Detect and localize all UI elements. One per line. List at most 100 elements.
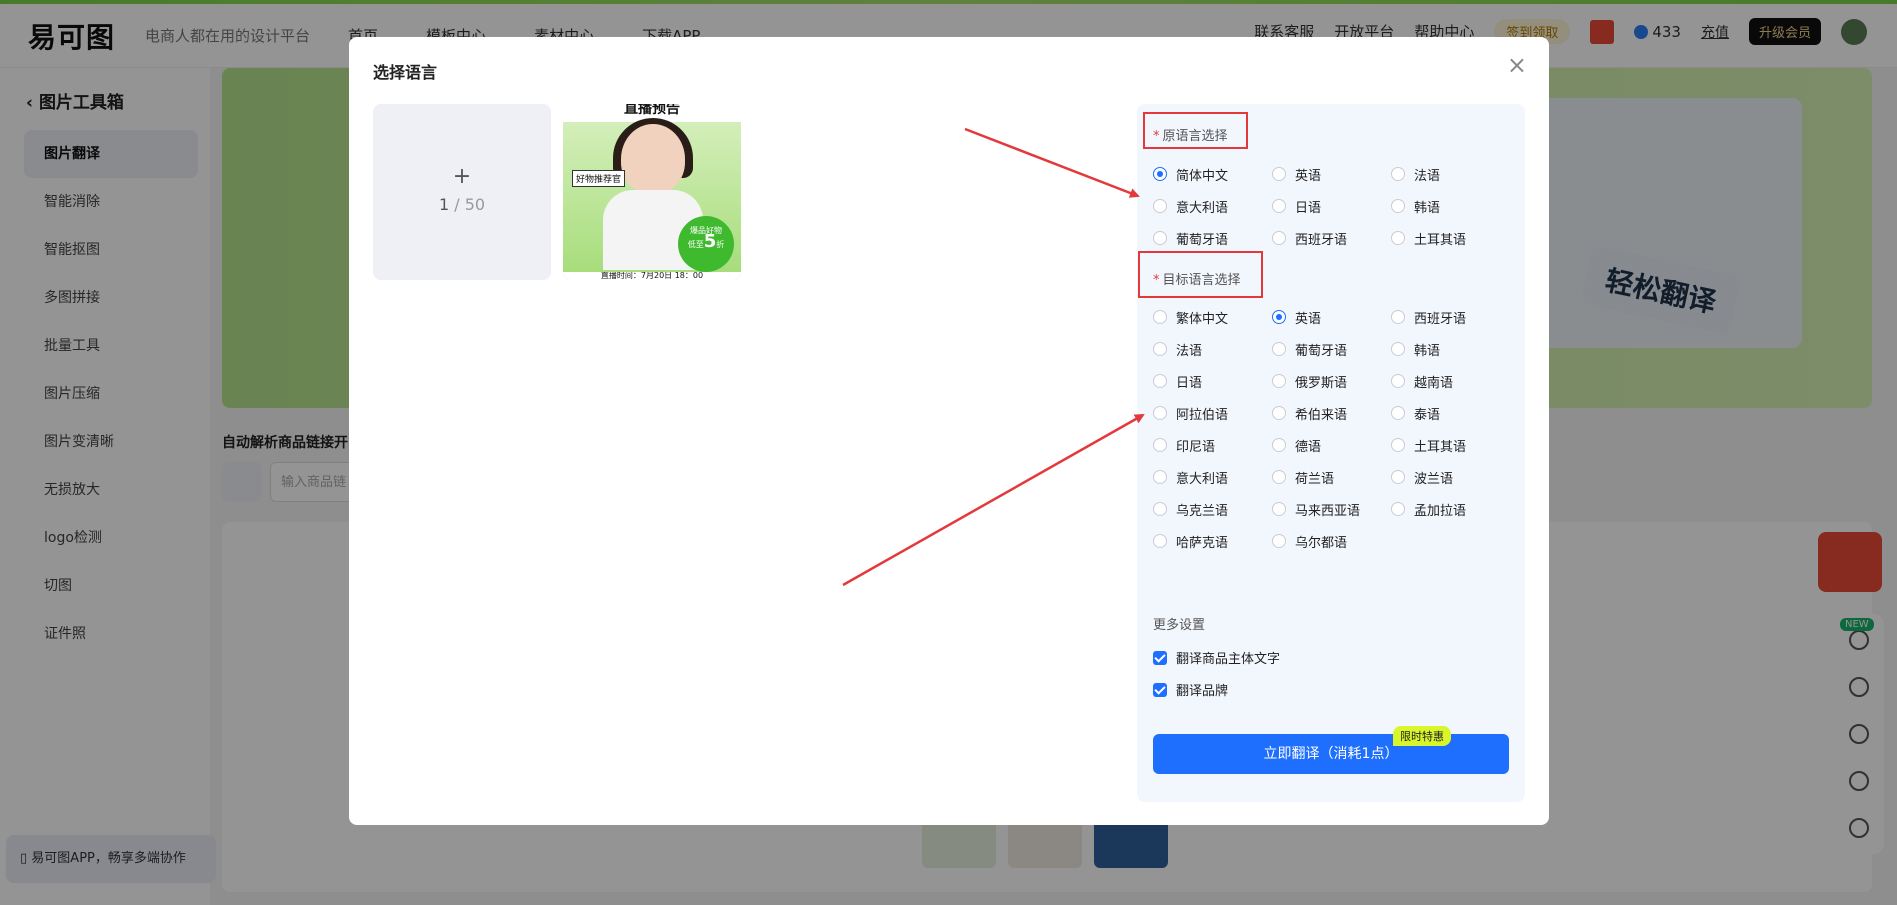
radio-dot-icon (1272, 167, 1286, 181)
source-language-label: 韩语 (1414, 200, 1441, 216)
radio-dot-icon (1391, 231, 1405, 245)
target-language-label: 希伯来语 (1295, 407, 1348, 423)
radio-dot-icon (1272, 406, 1286, 420)
target-language-label: 马来西亚语 (1295, 503, 1361, 519)
source-language-radio[interactable]: 意大利语 (1153, 196, 1272, 216)
target-language-radio[interactable]: 希伯来语 (1272, 403, 1391, 423)
target-language-radio[interactable]: 越南语 (1391, 371, 1510, 391)
target-language-label: 乌尔都语 (1295, 535, 1348, 551)
radio-dot-icon (1153, 406, 1167, 420)
radio-dot-icon (1153, 199, 1167, 213)
target-language-label: 印尼语 (1176, 439, 1216, 455)
target-language-label: 乌克兰语 (1176, 503, 1229, 519)
source-language-radio[interactable]: 韩语 (1391, 196, 1510, 216)
target-language-radio[interactable]: 孟加拉语 (1391, 499, 1510, 519)
source-language-radio[interactable]: 土耳其语 (1391, 228, 1510, 248)
target-language-radio[interactable]: 波兰语 (1391, 467, 1510, 487)
target-language-label: 英语 (1295, 311, 1322, 327)
radio-dot-icon (1391, 502, 1405, 516)
radio-dot-icon (1272, 374, 1286, 388)
radio-dot-icon (1153, 470, 1167, 484)
upload-slot[interactable]: + 1 / 50 (373, 104, 551, 280)
source-language-label: 意大利语 (1176, 200, 1229, 216)
target-language-label: 波兰语 (1414, 471, 1454, 487)
target-language-label: 孟加拉语 (1414, 503, 1467, 519)
radio-dot-icon (1153, 374, 1167, 388)
target-language-label: 意大利语 (1176, 471, 1229, 487)
modal-title: 选择语言 (373, 63, 438, 82)
target-language-radio[interactable]: 阿拉伯语 (1153, 403, 1272, 423)
product-discount-badge: 爆品好物 低至5折 (678, 216, 734, 272)
more-settings-label: 更多设置 (1153, 618, 1206, 633)
radio-dot-icon (1391, 167, 1405, 181)
target-language-label: 俄罗斯语 (1295, 375, 1348, 391)
source-language-label: 法语 (1414, 168, 1441, 184)
source-language-label: 西班牙语 (1295, 232, 1348, 248)
translate-product-text-checkbox[interactable]: 翻译商品主体文字 (1153, 648, 1280, 667)
target-language-radio[interactable]: 乌尔都语 (1272, 531, 1391, 551)
source-language-radio[interactable]: 日语 (1272, 196, 1391, 216)
target-language-radio[interactable]: 繁体中文 (1153, 307, 1272, 327)
radio-dot-icon (1153, 438, 1167, 452)
source-language-radio[interactable]: 简体中文 (1153, 164, 1272, 184)
target-language-radio[interactable]: 马来西亚语 (1272, 499, 1391, 519)
product-footer: 直播时间：7月20日 18：00 (563, 272, 741, 280)
radio-dot-icon (1153, 534, 1167, 548)
target-language-label: 葡萄牙语 (1295, 343, 1348, 359)
target-language-radio[interactable]: 法语 (1153, 339, 1272, 359)
target-language-label: 法语 (1176, 343, 1203, 359)
radio-dot-icon (1391, 470, 1405, 484)
target-language-radio[interactable]: 乌克兰语 (1153, 499, 1272, 519)
close-icon[interactable]: × (1507, 51, 1527, 79)
target-language-radio[interactable]: 荷兰语 (1272, 467, 1391, 487)
target-language-radio[interactable]: 土耳其语 (1391, 435, 1510, 455)
radio-dot-icon (1272, 534, 1286, 548)
target-language-radio[interactable]: 葡萄牙语 (1272, 339, 1391, 359)
translate-now-button[interactable]: 立即翻译（消耗1点） (1153, 734, 1509, 774)
target-language-radio[interactable]: 韩语 (1391, 339, 1510, 359)
target-language-radio[interactable]: 印尼语 (1153, 435, 1272, 455)
target-language-radio[interactable]: 意大利语 (1153, 467, 1272, 487)
target-language-label: 西班牙语 (1414, 311, 1467, 327)
source-language-label: 土耳其语 (1414, 232, 1467, 248)
target-language-radio[interactable]: 英语 (1272, 307, 1391, 327)
radio-dot-icon (1391, 406, 1405, 420)
radio-dot-icon (1153, 231, 1167, 245)
radio-dot-icon (1391, 438, 1405, 452)
source-language-radio[interactable]: 法语 (1391, 164, 1510, 184)
target-language-label: 韩语 (1414, 343, 1441, 359)
source-language-radio[interactable]: 西班牙语 (1272, 228, 1391, 248)
target-language-label: 繁体中文 (1176, 311, 1229, 327)
radio-dot-icon (1391, 310, 1405, 324)
target-language-label: 日语 (1176, 375, 1203, 391)
target-language-label: 阿拉伯语 (1176, 407, 1229, 423)
language-settings-panel: * 原语言选择 简体中文 英语 法语 意大利语 日语 韩语 葡萄牙语 西班牙语 土耳其语 * 目标语… (1137, 104, 1525, 802)
radio-dot-icon (1391, 342, 1405, 356)
source-language-label: * 原语言选择 (1153, 129, 1228, 144)
target-language-radio[interactable]: 泰语 (1391, 403, 1510, 423)
radio-dot-icon (1391, 199, 1405, 213)
checkbox-checked-icon (1153, 682, 1167, 697)
target-language-label: 德语 (1295, 439, 1322, 455)
upload-count: 1 / 50 (438, 195, 486, 214)
target-language-radio[interactable]: 哈萨克语 (1153, 531, 1272, 551)
target-language-radio[interactable]: 德语 (1272, 435, 1391, 455)
target-language-radio[interactable]: 西班牙语 (1391, 307, 1510, 327)
translate-brand-checkbox[interactable]: 翻译品牌 (1153, 680, 1228, 699)
uploaded-image-thumbnail[interactable]: 直播预告 好物推荐官 爆品好物 低至5折 直播时间：7月20日 18：00 (563, 104, 741, 280)
source-language-radio[interactable]: 英语 (1272, 164, 1391, 184)
source-language-radio[interactable]: 葡萄牙语 (1153, 228, 1272, 248)
source-language-label: 葡萄牙语 (1176, 232, 1229, 248)
target-language-radio[interactable]: 俄罗斯语 (1272, 371, 1391, 391)
target-language-label: 荷兰语 (1295, 471, 1335, 487)
plus-icon: + (452, 164, 472, 189)
product-sticker: 好物推荐官 (572, 170, 626, 187)
radio-dot-icon (1153, 167, 1167, 181)
target-language-radio[interactable]: 日语 (1153, 371, 1272, 391)
target-language-label: 哈萨克语 (1176, 535, 1229, 551)
source-language-label: 简体中文 (1176, 168, 1229, 184)
target-language-label: 泰语 (1414, 407, 1441, 423)
source-language-label: 日语 (1295, 200, 1322, 216)
radio-dot-icon (1153, 502, 1167, 516)
target-language-label: * 目标语言选择 (1153, 273, 1241, 288)
